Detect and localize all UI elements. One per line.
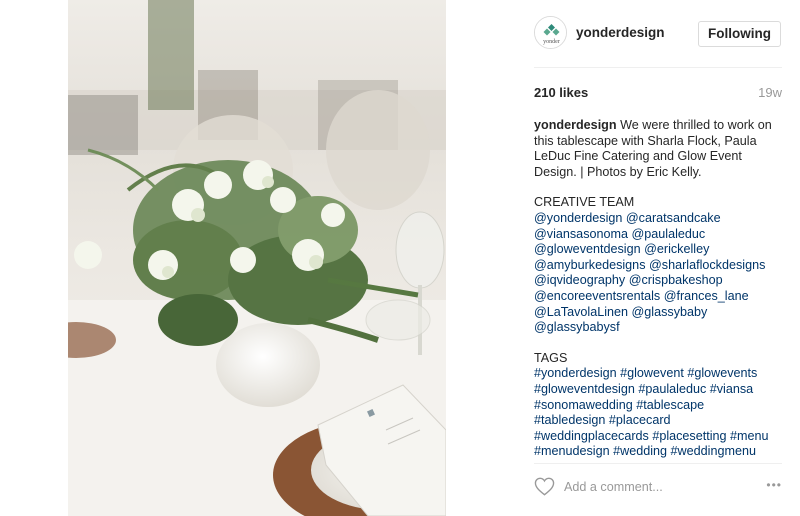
yonder-logo-icon: yonder bbox=[535, 17, 566, 48]
tags-list: #yonderdesign #glowevent #glowevents #gl… bbox=[534, 366, 784, 460]
post-details-panel: yonder yonderdesign Following 210 likes … bbox=[534, 0, 784, 516]
hashtag-line[interactable]: #yonderdesign #glowevent #glowevents bbox=[534, 366, 784, 382]
mention-line[interactable]: @iqvideography @crispbakeshop bbox=[534, 273, 784, 289]
header-divider bbox=[534, 67, 782, 68]
post-header: yonder yonderdesign Following bbox=[534, 16, 784, 52]
tags-heading: TAGS bbox=[534, 350, 568, 365]
mention-line[interactable]: @encoreeventsrentals @frances_lane bbox=[534, 289, 784, 305]
mention-line[interactable]: @viansasonoma @paulaleduc bbox=[534, 227, 784, 243]
mention-line[interactable]: @gloweventdesign @erickelley bbox=[534, 242, 784, 258]
heart-icon[interactable] bbox=[534, 477, 555, 496]
likes-count[interactable]: 210 likes bbox=[534, 85, 588, 100]
hashtag-line[interactable]: #weddingplacecards #placesetting #menu bbox=[534, 429, 784, 445]
hashtag-line[interactable]: #menudesign #wedding #weddingmenu bbox=[534, 444, 784, 460]
mention-line[interactable]: @LaTavolaLinen @glassybaby bbox=[534, 305, 784, 321]
hashtag-line[interactable]: #sonomawedding #tablescape bbox=[534, 398, 784, 414]
comment-divider bbox=[534, 463, 782, 464]
comment-input[interactable] bbox=[564, 479, 739, 495]
avatar[interactable]: yonder bbox=[534, 16, 567, 49]
following-button[interactable]: Following bbox=[698, 21, 781, 47]
hashtag-line[interactable]: #tabledesign #placecard bbox=[534, 413, 784, 429]
post-caption: yonderdesign We were thrilled to work on… bbox=[534, 118, 784, 460]
mention-line[interactable]: @glassybabysf bbox=[534, 320, 784, 336]
mention-line[interactable]: @yonderdesign @caratsandcake bbox=[534, 211, 784, 227]
more-options-icon[interactable]: ••• bbox=[760, 478, 782, 492]
username[interactable]: yonderdesign bbox=[576, 25, 665, 40]
avatar-text: yonder bbox=[543, 39, 560, 45]
caption-author[interactable]: yonderdesign bbox=[534, 118, 617, 132]
mention-line[interactable]: @amyburkedesigns @sharlaflockdesigns bbox=[534, 258, 784, 274]
caption-text: yonderdesign We were thrilled to work on… bbox=[534, 118, 784, 180]
post-age[interactable]: 19w bbox=[758, 85, 782, 100]
comment-row: ••• bbox=[534, 476, 784, 498]
post-photo[interactable] bbox=[68, 0, 446, 516]
creative-team-heading: CREATIVE TEAM bbox=[534, 195, 635, 210]
hashtag-line[interactable]: #gloweventdesign #paulaleduc #viansa bbox=[534, 382, 784, 398]
centerpiece-photo bbox=[68, 0, 446, 516]
creative-team-list: @yonderdesign @caratsandcake @viansasono… bbox=[534, 211, 784, 336]
likes-row: 210 likes 19w bbox=[534, 85, 782, 101]
